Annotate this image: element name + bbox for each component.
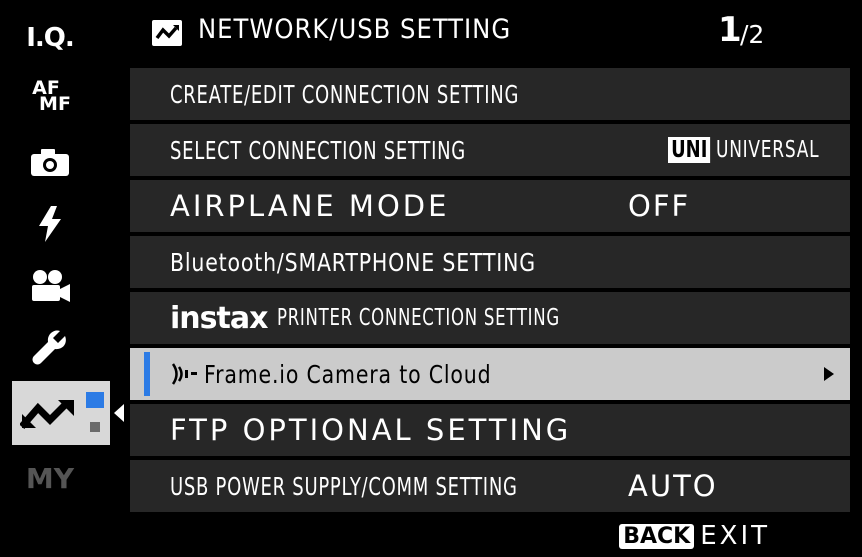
menu-row-select-connection[interactable]: SELECT CONNECTION SETTING UNI UNIVERSAL — [130, 124, 850, 176]
connection-value-text: UNIVERSAL — [716, 137, 820, 163]
menu-row-label: PRINTER CONNECTION SETTING — [277, 305, 561, 331]
sidebar-item-label: I.Q. — [26, 23, 75, 53]
sidebar-item-my[interactable]: MY — [0, 448, 100, 508]
mf-label: MF — [39, 93, 71, 115]
menu-row-label: CREATE/EDIT CONNECTION SETTING — [170, 79, 520, 109]
menu-row-label: SELECT CONNECTION SETTING — [170, 135, 466, 165]
footer-hint: BACK EXIT — [619, 520, 770, 552]
menu-row-label: Frame.io Camera to Cloud — [204, 359, 492, 389]
chevron-right-icon — [824, 367, 834, 381]
sidebar-item-setup[interactable] — [0, 318, 100, 378]
menu-row-frameio[interactable]: Frame.io Camera to Cloud — [130, 348, 850, 400]
usb-power-value: AUTO — [628, 469, 718, 503]
menu-row-label-group: instax PRINTER CONNECTION SETTING — [170, 292, 670, 344]
network-header-icon — [152, 20, 182, 46]
exit-label: EXIT — [700, 521, 770, 551]
wrench-icon — [32, 330, 66, 365]
sidebar-item-flash[interactable] — [0, 194, 100, 254]
frameio-icon — [171, 363, 197, 385]
menu-row-bluetooth[interactable]: Bluetooth/SMARTPHONE SETTING — [130, 236, 850, 288]
active-pointer-icon — [114, 404, 124, 422]
menu-row-label: USB POWER SUPPLY/COMM SETTING — [170, 471, 518, 501]
sidebar-item-label: MY — [25, 461, 75, 495]
flash-icon — [39, 206, 61, 242]
selection-bar — [144, 352, 150, 396]
instax-logo: instax — [170, 300, 268, 336]
menu-row-create-edit[interactable]: CREATE/EDIT CONNECTION SETTING — [130, 68, 850, 120]
sidebar-item-af-mf[interactable]: AF MF — [0, 66, 100, 126]
sidebar-item-movie[interactable] — [0, 256, 100, 316]
page-title: NETWORK/USB SETTING — [198, 14, 512, 45]
menu-row-ftp[interactable]: FTP OPTIONAL SETTING — [130, 404, 850, 456]
sidebar-item-iq[interactable]: I.Q. — [0, 8, 100, 68]
menu-row-label: Bluetooth/SMARTPHONE SETTING — [170, 247, 537, 277]
page-number: 1 — [718, 10, 742, 50]
network-icon — [20, 400, 74, 429]
menu-row-label: AIRPLANE MODE — [170, 189, 450, 223]
menu-row-label: FTP OPTIONAL SETTING — [170, 413, 572, 447]
camera-icon — [31, 149, 69, 176]
sidebar: I.Q. AF MF MY — [0, 0, 128, 557]
page-indicator-next — [90, 422, 100, 432]
airplane-mode-value: OFF — [628, 189, 691, 223]
page-total: /2 — [740, 20, 765, 49]
back-button[interactable]: BACK — [619, 523, 695, 549]
menu-header: NETWORK/USB SETTING 1 /2 — [130, 0, 862, 64]
connection-value: UNI UNIVERSAL — [668, 124, 856, 176]
menu-row-airplane-mode[interactable]: AIRPLANE MODE OFF — [130, 180, 850, 232]
movie-camera-icon — [32, 270, 70, 302]
sidebar-item-camera[interactable] — [0, 132, 100, 192]
page-indicator-current — [86, 392, 104, 408]
uni-badge: UNI — [668, 137, 711, 163]
menu-row-usb-power[interactable]: USB POWER SUPPLY/COMM SETTING AUTO — [130, 460, 850, 512]
menu-row-instax-printer[interactable]: instax PRINTER CONNECTION SETTING — [130, 292, 850, 344]
